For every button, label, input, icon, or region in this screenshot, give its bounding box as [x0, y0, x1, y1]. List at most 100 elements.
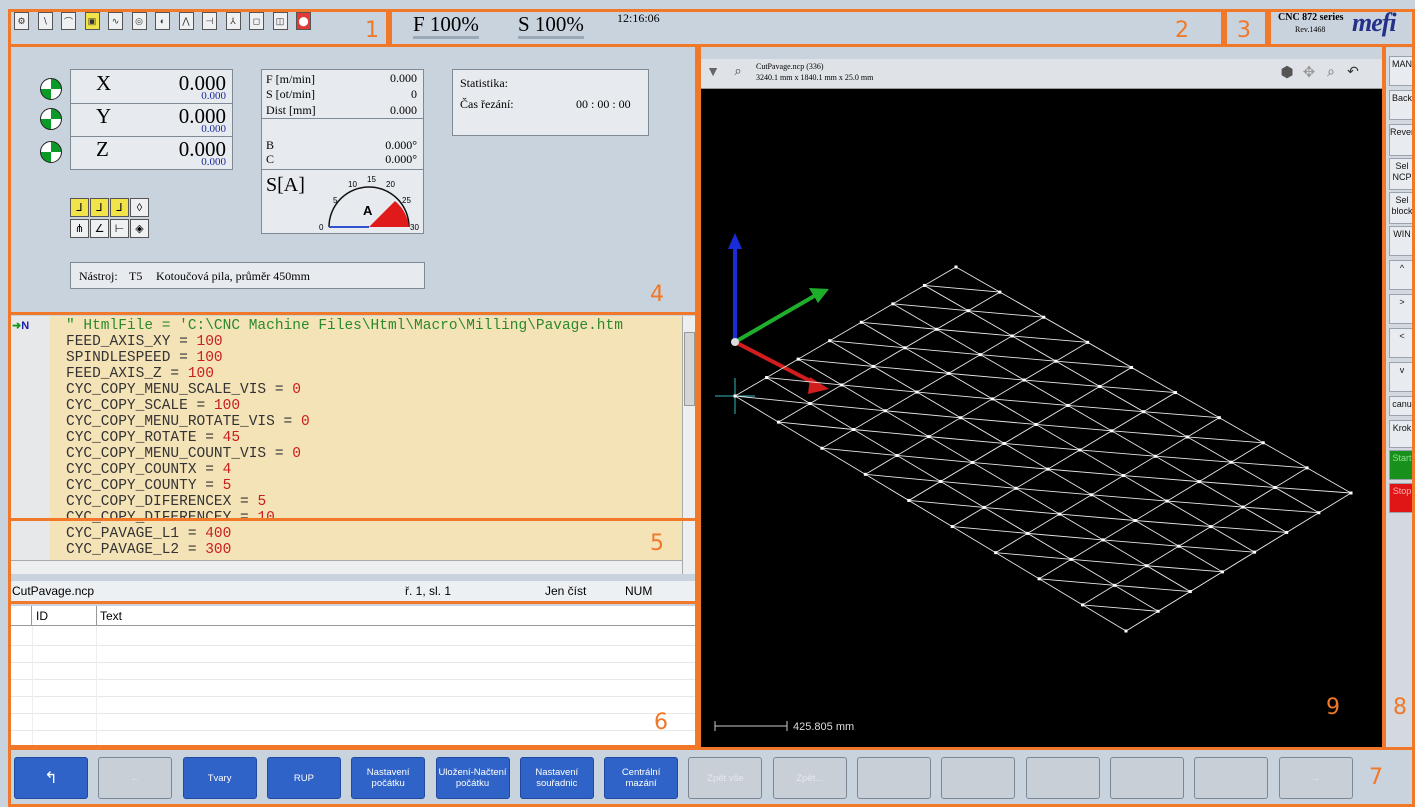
- side-button-man[interactable]: MAN: [1389, 56, 1415, 86]
- toolpath-node: [915, 390, 919, 394]
- toolpath-node: [1046, 467, 1050, 471]
- bottom-button-2[interactable]: ←: [98, 757, 173, 799]
- side-button-v[interactable]: v: [1389, 362, 1415, 392]
- side-button-start[interactable]: Start: [1389, 450, 1415, 480]
- spiral-icon[interactable]: ◐: [155, 12, 170, 30]
- spindle-override[interactable]: S 100%: [518, 12, 584, 39]
- toolpath-line: [1114, 584, 1191, 593]
- line-icon[interactable]: ∖: [37, 12, 53, 30]
- toolpath-node: [1066, 403, 1070, 407]
- bottom-button-1[interactable]: ↰: [14, 757, 88, 799]
- tool-comp-off-icon[interactable]: ⅃: [110, 198, 129, 217]
- id-column-line: [32, 626, 33, 746]
- scale-label: 425.805 mm: [793, 721, 854, 733]
- toolpath-node: [1010, 334, 1014, 338]
- bottom-button-4[interactable]: RUP: [266, 757, 341, 799]
- message-row[interactable]: [10, 662, 696, 680]
- toolpath-line: [1015, 487, 1092, 496]
- insert-icon[interactable]: ⊣: [202, 12, 217, 30]
- side-button-canu[interactable]: canu: [1389, 396, 1415, 416]
- probe-icon[interactable]: ◈: [130, 219, 149, 238]
- editor-vscrollbar[interactable]: [682, 316, 696, 574]
- message-row[interactable]: [10, 713, 696, 731]
- undo-view-icon[interactable]: ↶: [1343, 63, 1363, 83]
- view-cube-icon[interactable]: ⬢: [1277, 63, 1297, 83]
- toolpath-node: [1110, 429, 1114, 433]
- tool-description: Kotoučová pila, průměr 450mm: [156, 269, 310, 283]
- corner-icon[interactable]: ⊢: [110, 219, 129, 238]
- toolpath-node: [1209, 525, 1213, 529]
- bottom-button-14[interactable]: [1109, 757, 1184, 799]
- statistics-box: Statistika: Čas řezání: 00 : 00 : 00: [452, 69, 649, 136]
- bottom-button-10[interactable]: Zpět...: [772, 757, 847, 799]
- bend-icon[interactable]: ⅄: [225, 12, 241, 30]
- side-button-stop[interactable]: Stop: [1389, 483, 1415, 513]
- message-row[interactable]: [10, 696, 696, 714]
- side-button-sel-block[interactable]: Sel block: [1389, 192, 1415, 224]
- toolpath-line: [1004, 442, 1080, 451]
- side-button-sel-ncp[interactable]: Sel NCP: [1389, 158, 1415, 190]
- toolpath-line: [955, 266, 1352, 494]
- toolpath-node: [927, 435, 931, 439]
- bottom-button-7[interactable]: Nastavení souřadnic: [519, 757, 594, 799]
- toolpath-view[interactable]: 425.805 mm: [701, 89, 1383, 747]
- bottom-button-12[interactable]: [941, 757, 1016, 799]
- curve-icon[interactable]: ∿: [108, 12, 123, 30]
- axis-sub-value: 0.000: [201, 123, 226, 135]
- tool-comp-right-icon[interactable]: ⅃: [90, 198, 109, 217]
- message-row[interactable]: [10, 730, 696, 748]
- tool-comp-left-icon[interactable]: ⅃: [70, 198, 89, 217]
- view-toolbar: ▼ ⌕ CutPavage.ncp (336) 3240.1 mm x 1840…: [701, 59, 1383, 89]
- spray-icon[interactable]: ⋔: [70, 219, 89, 238]
- editor-hscrollbar[interactable]: [10, 560, 682, 574]
- side-button-win[interactable]: WIN: [1389, 226, 1415, 256]
- toolpath-line: [952, 526, 1028, 534]
- editor-vscroll-thumb[interactable]: [684, 332, 695, 406]
- side-button-reverse[interactable]: Reverse: [1389, 124, 1415, 156]
- bottom-button-8[interactable]: Centrální mazání: [604, 757, 679, 799]
- coolant-icon[interactable]: ◊: [130, 198, 149, 217]
- arc-icon[interactable]: ⌒: [61, 12, 76, 30]
- toolpath-line: [1167, 500, 1243, 508]
- copy-icon[interactable]: ◫: [272, 12, 288, 30]
- side-button-[interactable]: >: [1389, 294, 1415, 324]
- pan-icon[interactable]: ✥: [1299, 63, 1319, 83]
- peak-icon[interactable]: ⋀: [178, 12, 194, 30]
- bottom-button-9[interactable]: Zpět vše: [688, 757, 763, 799]
- cut-time-label: Čas řezání:: [460, 97, 514, 111]
- zoom-window-icon[interactable]: ⌕: [1321, 63, 1341, 83]
- message-row[interactable]: [10, 628, 696, 646]
- toolpath-line: [1111, 430, 1188, 438]
- side-button-[interactable]: ^: [1389, 260, 1415, 290]
- feed-override[interactable]: F 100%: [413, 12, 479, 39]
- message-row[interactable]: [10, 679, 696, 697]
- cycle-icon[interactable]: ▣: [84, 12, 100, 30]
- toolpath-line: [1143, 411, 1220, 419]
- view-down-icon[interactable]: ▼: [703, 63, 723, 83]
- c-label: C: [266, 152, 275, 166]
- bottom-button-15[interactable]: [1194, 757, 1269, 799]
- bottom-button-3[interactable]: Tvary: [182, 757, 257, 799]
- side-button-krok[interactable]: Krok: [1389, 420, 1415, 448]
- column-text[interactable]: Text: [100, 609, 122, 623]
- angle-icon[interactable]: ∠: [90, 219, 109, 238]
- code-value: 100: [196, 334, 223, 350]
- toolpath-line: [885, 410, 961, 419]
- tool-icon[interactable]: ⚙: [14, 12, 29, 30]
- side-button-back[interactable]: Back: [1389, 90, 1415, 120]
- side-button-[interactable]: <: [1389, 328, 1415, 358]
- message-row[interactable]: [10, 645, 696, 663]
- toolpath-line: [1199, 481, 1276, 488]
- bottom-button-6[interactable]: Uložení-Načtení počátku: [435, 757, 510, 799]
- bottom-button-13[interactable]: [1025, 757, 1100, 799]
- program-editor[interactable]: ➜N " HtmlFile = 'C:\CNC Machine Files\Ht…: [10, 316, 696, 574]
- zoom-icon[interactable]: ⌕: [728, 63, 748, 83]
- stop-icon[interactable]: ⬤: [296, 12, 311, 30]
- circle-target-icon[interactable]: ◎: [131, 12, 147, 30]
- bottom-button-16[interactable]: →: [1278, 757, 1353, 799]
- code-key: CYC_COPY_COUNTX =: [66, 462, 223, 478]
- bottom-button-5[interactable]: Nastavení počátku: [351, 757, 426, 799]
- bottom-button-11[interactable]: [857, 757, 931, 799]
- column-id[interactable]: ID: [36, 609, 48, 623]
- square-icon[interactable]: ◻: [249, 12, 264, 30]
